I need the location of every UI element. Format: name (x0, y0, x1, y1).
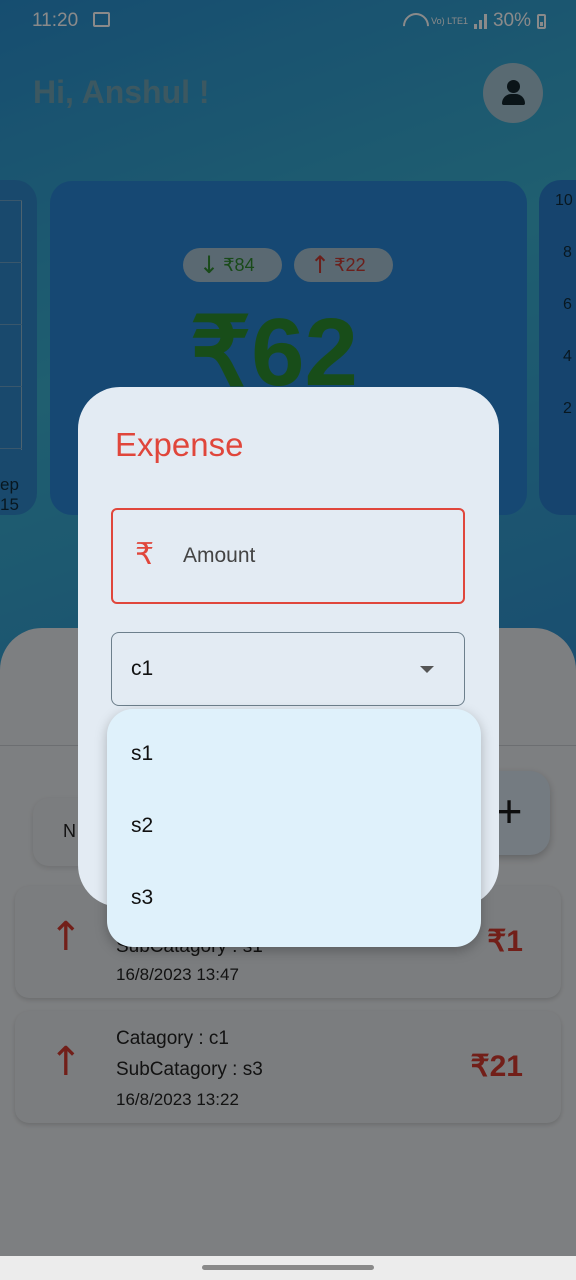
navigation-bar (0, 1256, 576, 1280)
amount-field[interactable]: ₹ (111, 508, 465, 604)
rupee-icon: ₹ (135, 537, 155, 572)
menu-item-s3[interactable]: s3 (107, 853, 481, 925)
dialog-title: Expense (115, 426, 244, 463)
menu-item-s2[interactable]: s2 (107, 781, 481, 853)
category-dropdown[interactable]: c1 (111, 632, 465, 706)
home-gesture-handle[interactable] (202, 1265, 374, 1270)
amount-input[interactable] (183, 538, 443, 574)
chevron-down-icon (420, 666, 434, 673)
menu-item-s1[interactable]: s1 (107, 709, 481, 781)
category-value: c1 (131, 657, 154, 680)
subcategory-menu: s1 s2 s3 (107, 709, 481, 947)
